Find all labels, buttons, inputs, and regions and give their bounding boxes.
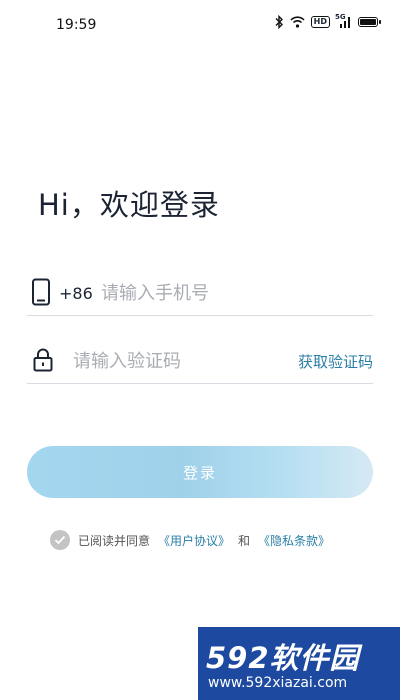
user-agreement-link[interactable]: 《用户协议》 <box>158 532 230 549</box>
signal-5g-label: 5G <box>335 13 346 21</box>
status-time: 19:59 <box>56 17 97 33</box>
hd-icon: HD <box>310 16 330 28</box>
status-icons: HD 5G <box>274 13 381 29</box>
phone-field-row: +86 <box>27 268 373 316</box>
agreement-prefix: 已阅读并同意 <box>78 533 151 548</box>
code-field-row: 获取验证码 <box>27 336 373 384</box>
get-code-button[interactable]: 获取验证码 <box>298 351 373 372</box>
phone-icon <box>31 278 51 310</box>
bluetooth-icon <box>274 15 284 29</box>
watermark-logo: 592软件园 www.592xiazai.com <box>198 627 400 700</box>
agreement-row: 已阅读并同意 《用户协议》 和 《隐私条款》 <box>50 530 330 550</box>
phone-input[interactable] <box>99 276 363 310</box>
agreement-conjunction: 和 <box>238 533 251 548</box>
wifi-icon <box>290 16 305 28</box>
login-button[interactable]: 登录 <box>27 446 373 498</box>
status-bar: 19:59 HD 5G <box>0 0 400 50</box>
agreement-checkbox[interactable] <box>50 530 70 550</box>
battery-icon <box>358 17 381 27</box>
lock-icon <box>33 348 53 376</box>
verification-code-input[interactable] <box>71 344 285 378</box>
signal-5g-icon: 5G <box>335 13 352 28</box>
page-title: Hi，欢迎登录 <box>38 188 220 222</box>
checkmark-icon <box>54 535 66 545</box>
watermark-url: www.592xiazai.com <box>208 675 348 691</box>
privacy-policy-link[interactable]: 《隐私条款》 <box>258 532 330 549</box>
country-code[interactable]: +86 <box>59 284 93 303</box>
watermark-brand: 592软件园 <box>206 641 360 675</box>
